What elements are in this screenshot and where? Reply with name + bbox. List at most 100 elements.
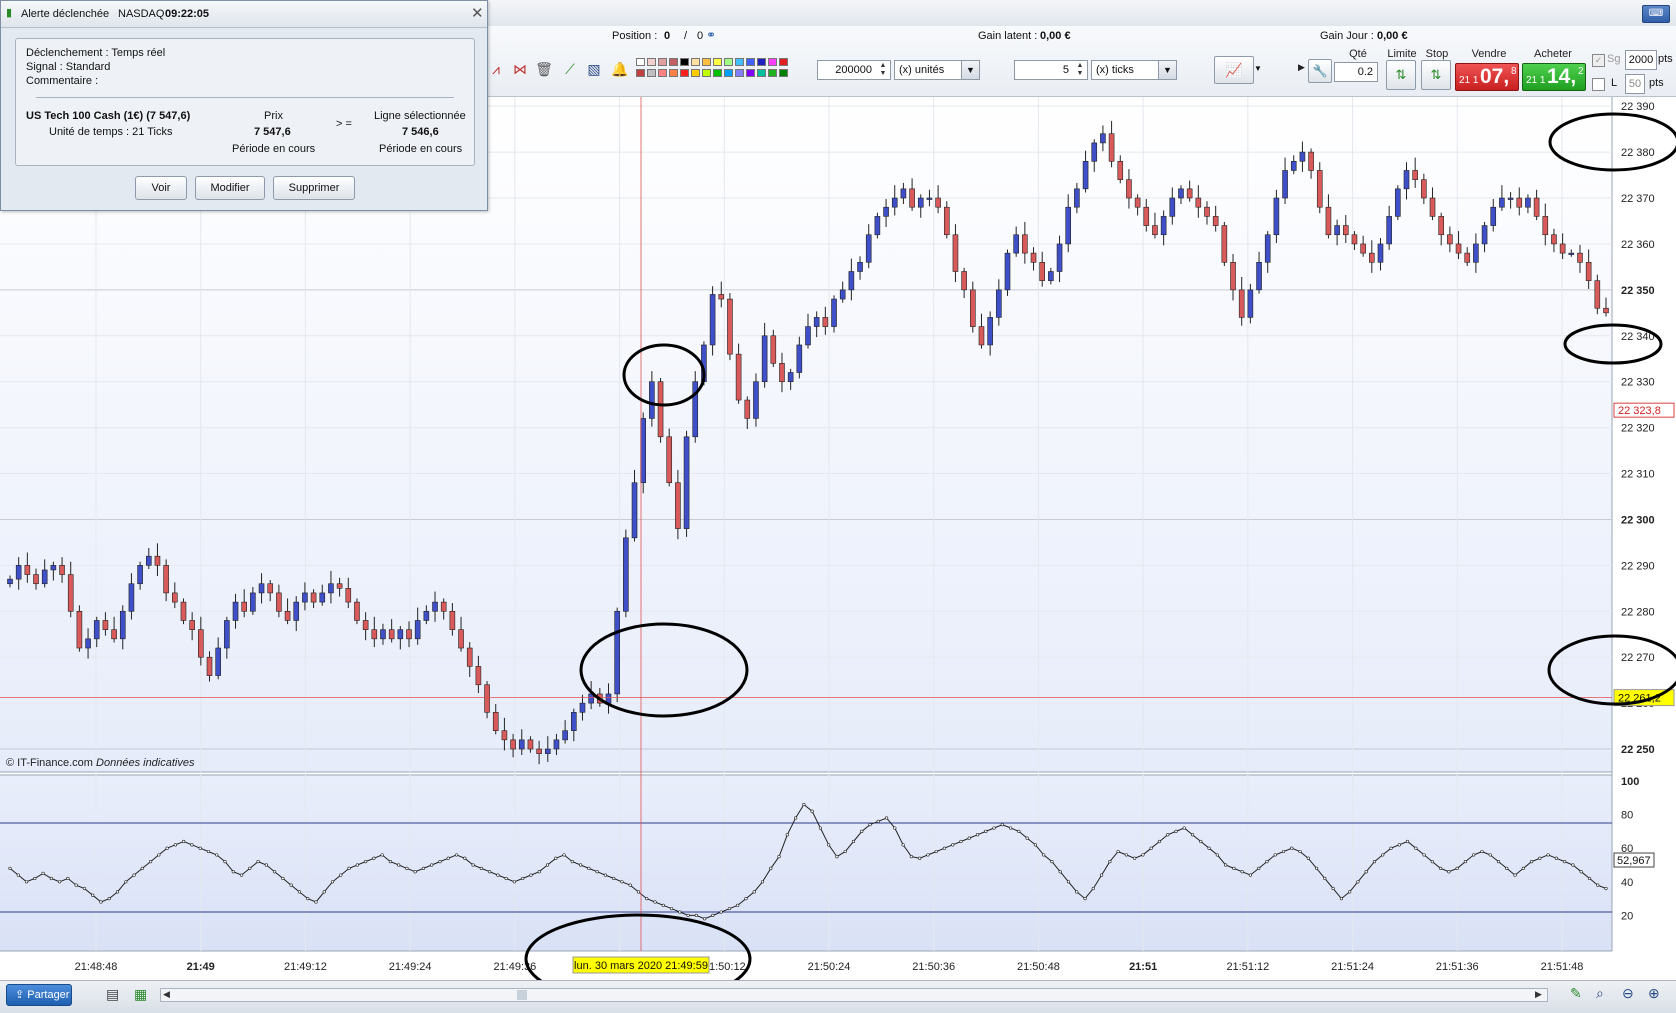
share-button[interactable]: ⇪ Partager: [6, 984, 72, 1006]
zoom-out-icon[interactable]: ⊖: [1622, 985, 1634, 1002]
indicator-point: [99, 900, 103, 904]
color-swatch[interactable]: [680, 69, 689, 77]
color-swatch[interactable]: [713, 58, 722, 66]
qty-input[interactable]: 0.2: [1334, 62, 1378, 82]
ticks-spinner-icon[interactable]: ▲ ▼: [1074, 62, 1086, 78]
color-swatch[interactable]: [658, 69, 667, 77]
notes-icon[interactable]: ▤: [106, 986, 119, 1003]
color-swatch[interactable]: [779, 69, 788, 77]
chart-type-dropdown-icon[interactable]: ▼: [1252, 56, 1264, 82]
candle: [527, 739, 534, 750]
color-swatch[interactable]: [768, 69, 777, 77]
color-swatch[interactable]: [658, 58, 667, 66]
quantity-unit-select[interactable]: (x) unités ▼: [894, 60, 980, 80]
ticks-input[interactable]: 5 ▲ ▼: [1014, 60, 1088, 80]
color-swatch[interactable]: [735, 69, 744, 77]
sg-input[interactable]: 2000: [1625, 50, 1657, 70]
color-swatch[interactable]: [768, 58, 777, 66]
time-axis-label: 21:51: [1129, 961, 1157, 973]
indicator-point: [1422, 853, 1426, 857]
candle: [362, 620, 369, 630]
color-swatch[interactable]: [669, 69, 678, 77]
keyboard-icon[interactable]: ⌨: [1642, 5, 1670, 23]
indicator-point: [719, 910, 723, 914]
color-swatch[interactable]: [702, 58, 711, 66]
color-swatch[interactable]: [735, 58, 744, 66]
pattern-tool-icon[interactable]: ⋈: [508, 58, 532, 80]
candle: [267, 583, 274, 594]
chevron-down-icon[interactable]: ▼: [961, 61, 979, 79]
zoom-in-icon[interactable]: ⊕: [1648, 985, 1660, 1002]
delete-button[interactable]: Supprimer: [273, 176, 355, 200]
close-icon[interactable]: ✕: [471, 4, 484, 22]
color-palette[interactable]: [636, 58, 792, 80]
line-tool-icon[interactable]: ⟋: [558, 58, 582, 80]
candle: [579, 702, 586, 713]
color-swatch[interactable]: [702, 69, 711, 77]
binoculars-icon[interactable]: ⚭: [706, 28, 716, 42]
candle: [1507, 197, 1514, 200]
chart-area[interactable]: 22 390 22 380 22 370 22 360 22 350 22 340 22 3…: [0, 97, 1676, 1005]
indicator-point: [992, 826, 996, 830]
color-swatch[interactable]: [757, 69, 766, 77]
grid-icon[interactable]: ▦: [134, 986, 147, 1003]
color-swatch[interactable]: [680, 58, 689, 66]
sg-checkbox[interactable]: ✓: [1592, 54, 1605, 67]
scroll-left-icon[interactable]: ◀: [163, 989, 170, 1000]
trash-icon[interactable]: 🗑: [532, 58, 556, 80]
limit-order-button[interactable]: ⇅: [1386, 60, 1416, 90]
horizontal-scrollbar[interactable]: ◀ ▶: [160, 988, 1548, 1002]
candle: [1577, 252, 1583, 263]
color-swatch[interactable]: [713, 69, 722, 77]
disclaimer-label: Données indicatives: [96, 757, 195, 769]
zoom-fit-icon[interactable]: ⌕: [1596, 985, 1604, 1002]
stop-order-button[interactable]: ⇅: [1421, 60, 1451, 90]
indicator-point: [1472, 853, 1476, 857]
color-swatch[interactable]: [779, 58, 788, 66]
chart-type-button[interactable]: 📈: [1214, 56, 1254, 84]
l-checkbox[interactable]: [1592, 78, 1605, 91]
view-button[interactable]: Voir: [135, 176, 187, 200]
expand-arrow-icon[interactable]: ▶: [1298, 62, 1305, 73]
indicator-point: [1314, 866, 1319, 870]
alert-dialog[interactable]: ▮ Alerte déclenchée NASDAQ 09:22:05 ✕ Dé…: [0, 0, 488, 211]
sell-button[interactable]: 21 1 07, 8: [1455, 63, 1519, 91]
indicator-point: [41, 871, 45, 876]
color-swatch[interactable]: [691, 58, 700, 66]
indicator-point: [1405, 839, 1410, 844]
chart-tool-icon[interactable]: ▧: [582, 58, 606, 80]
indicator-point: [281, 876, 285, 881]
candle: [1325, 206, 1332, 236]
color-swatch[interactable]: [746, 58, 755, 66]
chevron-down-icon[interactable]: ▼: [1158, 61, 1176, 79]
l-input[interactable]: 50: [1625, 74, 1645, 94]
color-swatch[interactable]: [647, 69, 656, 77]
indicator-point: [1083, 896, 1087, 901]
edit-button[interactable]: Modifier: [195, 176, 265, 200]
alert-title-bar[interactable]: ▮ Alerte déclenchée NASDAQ 09:22:05 ✕: [1, 1, 487, 28]
color-swatch[interactable]: [724, 58, 733, 66]
color-swatch[interactable]: [724, 69, 733, 77]
color-swatch[interactable]: [691, 69, 700, 77]
candle: [1134, 197, 1141, 208]
color-swatch[interactable]: [757, 58, 766, 66]
color-swatch[interactable]: [669, 58, 678, 66]
indicator-point: [463, 856, 467, 860]
wrench-icon[interactable]: 🔧: [1308, 59, 1332, 83]
draw-tool-icon[interactable]: ✎: [1570, 985, 1582, 1002]
color-swatch[interactable]: [647, 58, 656, 66]
scroll-thumb[interactable]: [517, 990, 527, 1000]
quantity-spinner-icon[interactable]: ▲ ▼: [877, 62, 889, 78]
ticks-unit-select[interactable]: (x) ticks ▼: [1091, 60, 1177, 80]
alert-bell-icon[interactable]: 🔔: [608, 58, 632, 80]
sell-price-decimal: 8: [1511, 66, 1517, 77]
color-swatch[interactable]: [636, 69, 645, 77]
color-swatch[interactable]: [636, 58, 645, 66]
quantity-input[interactable]: 200000 ▲ ▼: [817, 60, 891, 80]
candle: [1585, 262, 1592, 281]
scroll-right-icon[interactable]: ▶: [1535, 989, 1542, 1000]
price-chart[interactable]: 22 39022 38022 37022 36022 35022 34022 3…: [0, 97, 1676, 1005]
color-swatch[interactable]: [746, 69, 755, 77]
price-axis-label: 22 380: [1621, 147, 1655, 159]
buy-button[interactable]: 21 1 14, 2: [1522, 63, 1586, 91]
